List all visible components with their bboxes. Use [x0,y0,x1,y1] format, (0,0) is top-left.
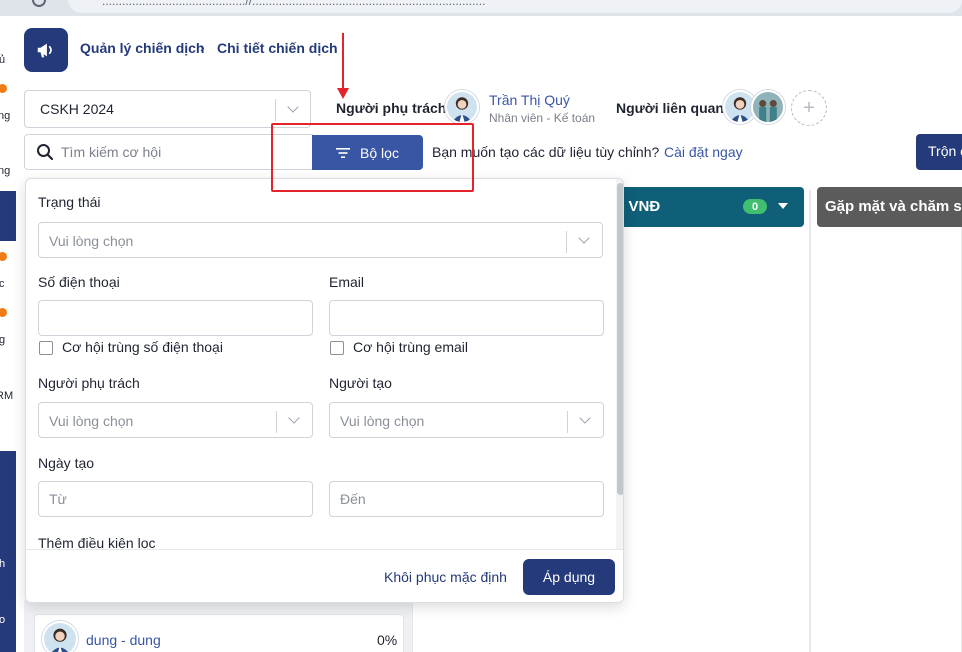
reload-icon[interactable] [32,0,46,7]
breadcrumb-campaign-detail: Chi tiết chiến dịch [217,40,338,56]
group-photo-icon [753,92,783,122]
filter-panel-scrollbar[interactable] [616,179,623,549]
status-label: Trạng thái [38,194,101,210]
stage-header-1[interactable]: Gặp mặt và chăm sóc [817,187,962,227]
opportunity-percent: 0% [377,632,398,648]
opportunity-name[interactable]: dung - dung [86,632,161,648]
duplicate-phone-label: Cơ hội trùng số điện thoại [62,339,223,355]
nav-item-fragment[interactable]: h [0,558,5,570]
search-input[interactable] [61,136,301,168]
stage-label: Gặp mặt và chăm sóc [825,198,962,215]
stage-header-0[interactable]: 0 VNĐ [616,187,804,227]
annotation-arrow-line [342,33,344,91]
related-avatar-2[interactable] [751,90,785,124]
add-related-person-button[interactable]: + [791,90,827,126]
person-avatar-icon [447,92,477,122]
plus-icon: + [803,96,815,119]
duplicate-email-checkbox[interactable] [330,341,344,355]
caret-down-icon[interactable] [778,203,788,209]
phone-input[interactable] [38,300,313,336]
breadcrumb-separator-icon: › [200,39,205,55]
address-bar-text: ........................................… [102,0,486,8]
nav-item-fragment[interactable]: RM [0,390,13,402]
date-from-input[interactable] [38,481,313,517]
side-navigation: ủ ng ng c g RM h o [0,16,16,652]
nav-item-fragment[interactable]: ủ [0,54,5,66]
created-date-label: Ngày tạo [38,455,95,471]
owner-label: Người phụ trách [336,100,447,116]
nav-section-middle [0,241,16,451]
owner-name[interactable]: Trần Thị Quý [489,92,570,108]
status-select[interactable]: Vui lòng chọn [38,222,603,258]
nav-item-fragment[interactable]: ng [0,110,10,122]
scrollbar-thumb[interactable] [617,183,623,495]
opportunity-avatar [42,621,78,652]
owner-avatar[interactable] [445,90,479,124]
email-label: Email [329,274,365,290]
chevron-down-icon [579,412,591,424]
search-box [24,134,313,170]
campaign-select-value: CSKH 2024 [40,101,114,117]
apply-button[interactable]: Áp dụng [523,559,615,595]
merge-button-label: Trộn c [928,143,962,159]
creator-filter-label: Người tạo [329,375,392,391]
person-avatar-icon [44,623,76,652]
search-icon [37,144,54,161]
nav-item-fragment[interactable]: o [0,614,5,626]
chevron-down-icon [578,232,590,244]
owner-role: Nhân viên - Kế toán [489,111,596,125]
status-select-placeholder: Vui lòng chọn [49,233,134,249]
related-label: Người liên quan [616,100,724,116]
nav-item-fragment[interactable]: c [0,278,5,290]
duplicate-email-label: Cơ hội trùng email [353,339,469,355]
chevron-down-icon [288,412,300,424]
filter-panel: Trạng thái Vui lòng chọn Số điện thoại E… [25,178,624,603]
campaign-icon-button [24,28,68,72]
annotation-arrow-head-icon [337,88,349,99]
reset-default-button[interactable]: Khôi phục mặc định [384,569,507,585]
breadcrumb-campaign-management[interactable]: Quản lý chiến dịch [80,40,204,56]
owner-filter-select[interactable]: Vui lòng chọn [38,402,313,438]
megaphone-icon [37,43,52,58]
owner-filter-placeholder: Vui lòng chọn [49,413,134,429]
select-separator [567,411,568,433]
owner-filter-label: Người phụ trách [38,375,140,391]
kanban-column [810,190,962,652]
nav-item-fragment[interactable]: g [0,334,5,346]
filter-panel-footer: Khôi phục mặc định Áp dụng [26,549,623,602]
annotation-highlight-box [271,123,474,192]
creator-filter-placeholder: Vui lòng chọn [340,413,425,429]
creator-filter-select[interactable]: Vui lòng chọn [329,402,604,438]
custom-data-settings-link[interactable]: Cài đặt ngay [664,144,743,160]
campaign-select[interactable]: CSKH 2024 [24,90,311,128]
apply-button-label: Áp dụng [542,569,596,585]
phone-label: Số điện thoại [38,274,120,290]
duplicate-phone-checkbox[interactable] [39,341,53,355]
email-input[interactable] [329,300,604,336]
merge-button[interactable]: Trộn c [916,134,962,170]
select-separator [275,99,276,121]
date-to-input[interactable] [329,481,604,517]
chevron-down-icon [287,101,299,113]
select-separator [276,411,277,433]
stage-count-badge: 0 [743,199,767,214]
browser-toolbar: ........................................… [0,0,962,16]
nav-item-fragment[interactable]: ng [0,165,10,177]
select-separator [566,231,567,253]
